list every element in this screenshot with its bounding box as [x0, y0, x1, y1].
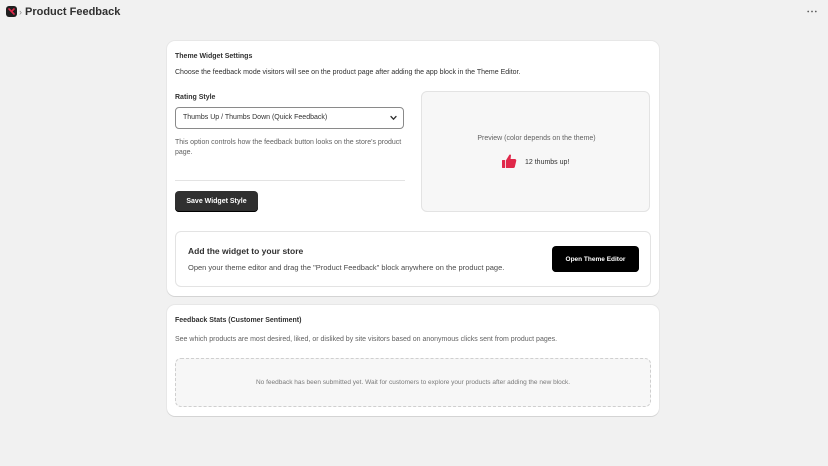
widget-settings-card: Theme Widget Settings Choose the feedbac…: [167, 41, 659, 296]
chevron-down-icon: [390, 115, 397, 121]
feedback-stats-card: Feedback Stats (Customer Sentiment) See …: [167, 305, 659, 416]
rating-style-select[interactable]: Thumbs Up / Thumbs Down (Quick Feedback): [175, 107, 404, 129]
more-actions-button[interactable]: [805, 5, 819, 17]
top-bar: › Product Feedback: [0, 0, 828, 24]
settings-card-title: Theme Widget Settings: [175, 53, 253, 60]
app-logo-icon[interactable]: [6, 6, 17, 17]
thumbs-up-icon: [502, 154, 517, 168]
divider: [175, 180, 405, 181]
stats-card-title: Feedback Stats (Customer Sentiment): [175, 317, 302, 324]
page-title: Product Feedback: [25, 6, 121, 18]
widget-preview: Preview (color depends on the theme) 12 …: [421, 91, 650, 212]
add-widget-title: Add the widget to your store: [188, 246, 304, 256]
breadcrumb-separator: ›: [19, 7, 22, 17]
add-widget-description: Open your theme editor and drag the "Pro…: [188, 263, 505, 272]
empty-state: No feedback has been submitted yet. Wait…: [175, 358, 651, 407]
add-widget-panel: Add the widget to your store Open your t…: [175, 231, 651, 287]
stats-card-description: See which products are most desired, lik…: [175, 336, 558, 343]
open-theme-editor-button[interactable]: Open Theme Editor: [552, 246, 639, 272]
more-horizontal-icon: [807, 10, 817, 12]
preview-label: Preview (color depends on the theme): [477, 135, 596, 142]
thumbs-up-count: 12 thumbs up!: [525, 159, 570, 166]
settings-card-description: Choose the feedback mode visitors will s…: [175, 69, 521, 76]
rating-style-value: Thumbs Up / Thumbs Down (Quick Feedback): [183, 114, 328, 121]
empty-state-text: No feedback has been submitted yet. Wait…: [255, 379, 571, 386]
save-widget-style-button[interactable]: Save Widget Style: [175, 191, 258, 212]
rating-style-label: Rating Style: [175, 94, 216, 101]
rating-style-help-text: This option controls how the feedback bu…: [175, 139, 402, 156]
